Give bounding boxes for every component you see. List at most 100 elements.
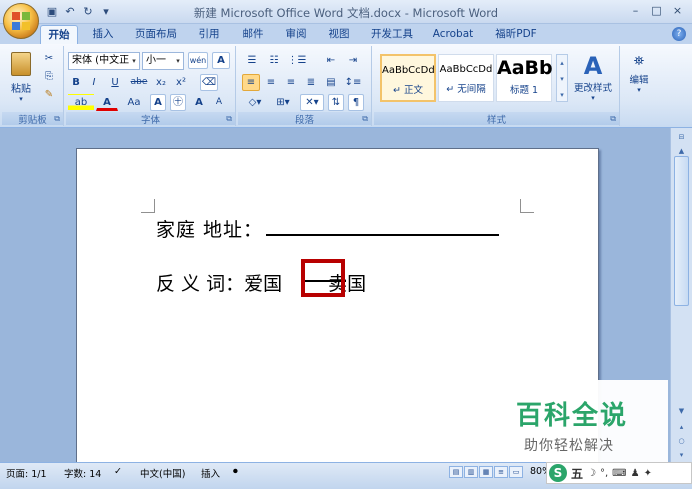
full-screen-reading-icon[interactable]: ▥	[464, 466, 478, 478]
paragraph-launcher-icon[interactable]: ⧉	[362, 114, 368, 124]
line-spacing-icon[interactable]: ↕≡	[342, 74, 364, 91]
style-sample: AaBbCcDd	[382, 65, 435, 76]
ribbon: 粘贴 ▾ ✂ ⎘ ✎ 剪贴板 ⧉ 宋体 (中文正 ▾ 小一 ▾ wén A B …	[0, 44, 692, 128]
character-shading-icon[interactable]: A	[150, 94, 166, 111]
ruler-toggle-icon[interactable]: ⊟	[674, 130, 689, 144]
tab-mailings[interactable]: 邮件	[236, 25, 270, 44]
watermark-subtitle: 助你轻松解决	[524, 438, 614, 454]
proofing-icon[interactable]: ✓	[114, 466, 122, 477]
cut-icon[interactable]: ✂	[40, 50, 58, 67]
tab-view[interactable]: 视图	[322, 25, 356, 44]
tab-references[interactable]: 引用	[192, 25, 226, 44]
tab-home[interactable]: 开始	[40, 25, 78, 44]
macro-record-icon[interactable]: ⏺	[233, 466, 238, 477]
style-no-spacing[interactable]: AaBbCcDd ↵ 无间隔	[438, 54, 494, 102]
bullets-icon[interactable]: ☰	[242, 52, 262, 69]
editing-button[interactable]: ⛯ 编辑 ▾	[624, 52, 654, 108]
copy-icon[interactable]: ⎘	[40, 68, 58, 85]
change-styles-button[interactable]: A 更改样式 ▾	[570, 52, 616, 108]
tab-acrobat[interactable]: Acrobat	[428, 25, 478, 44]
word-count[interactable]: 字数: 14	[64, 466, 101, 480]
underline-button[interactable]: U	[104, 74, 126, 91]
tab-review[interactable]: 审阅	[279, 25, 313, 44]
borders-icon[interactable]: ⊞▾	[270, 94, 296, 111]
show-marks-icon[interactable]: ¶	[348, 94, 364, 111]
vertical-scrollbar[interactable]: ⊟ ▲ ▼ ▴ ○ ▾	[670, 128, 692, 462]
font-size-value: 小一	[146, 55, 166, 66]
style-normal[interactable]: AaBbCcDd ↵ 正文	[380, 54, 436, 102]
enclose-characters-icon[interactable]: ㊉	[170, 94, 186, 111]
outline-icon[interactable]: ≡	[494, 466, 508, 478]
distributed-icon[interactable]: ▤	[322, 74, 340, 91]
superscript-button[interactable]: x²	[172, 74, 190, 91]
change-case-button[interactable]: Aa	[122, 94, 146, 111]
align-left-icon[interactable]: ≡	[242, 74, 260, 91]
tab-insert[interactable]: 插入	[86, 25, 120, 44]
language-status[interactable]: 中文(中国)	[140, 466, 185, 480]
style-gallery-scroll[interactable]: ▴ ▾ ▾	[556, 54, 568, 102]
tab-developer[interactable]: 开发工具	[366, 25, 418, 44]
web-layout-icon[interactable]: ▦	[479, 466, 493, 478]
office-button[interactable]	[3, 3, 39, 39]
previous-page-icon[interactable]: ▴	[674, 420, 689, 434]
font-size-combo[interactable]: 小一 ▾	[142, 52, 184, 70]
styles-launcher-icon[interactable]: ⧉	[610, 114, 616, 124]
scroll-thumb[interactable]	[674, 156, 689, 306]
insert-mode[interactable]: 插入	[201, 466, 220, 480]
grow-font-button[interactable]: A	[190, 94, 208, 111]
paste-button[interactable]: 粘贴 ▾	[8, 50, 34, 106]
keyboard-icon[interactable]: ⌨	[612, 468, 626, 479]
print-layout-icon[interactable]: ▤	[449, 466, 463, 478]
align-center-icon[interactable]: ≡	[262, 74, 280, 91]
shrink-font-button[interactable]: A	[210, 94, 228, 111]
tab-page-layout[interactable]: 页面布局	[130, 25, 182, 44]
clear-formatting-icon[interactable]: ⌫	[200, 74, 218, 91]
chinese-layout-icon[interactable]: ✕▾	[300, 94, 324, 111]
font-color-button[interactable]: A	[96, 94, 118, 111]
align-right-icon[interactable]: ≡	[282, 74, 300, 91]
phonetic-guide-icon[interactable]: wén	[188, 52, 208, 69]
strikethrough-button[interactable]: abe	[128, 74, 150, 91]
help-icon[interactable]: ?	[672, 27, 686, 41]
moon-icon[interactable]: ☽	[587, 468, 596, 479]
antonym-word-1: 爱国	[244, 273, 283, 295]
font-name-value: 宋体 (中文正	[72, 55, 130, 66]
highlight-color-icon[interactable]: ab	[68, 94, 94, 111]
multilevel-list-icon[interactable]: ⋮☰	[286, 52, 308, 69]
format-painter-icon[interactable]: ✎	[40, 86, 58, 103]
minimize-button[interactable]: –	[625, 2, 646, 20]
shading-icon[interactable]: ◇▾	[242, 94, 268, 111]
style-name: 标题 1	[509, 85, 539, 96]
numbering-icon[interactable]: ☷	[264, 52, 284, 69]
maximize-button[interactable]: □	[646, 2, 667, 20]
draft-icon[interactable]: ▭	[509, 466, 523, 478]
change-styles-icon: A	[583, 52, 603, 80]
increase-indent-icon[interactable]: ⇥	[344, 52, 362, 69]
chevron-down-icon: ▾	[176, 57, 180, 65]
ime-mode[interactable]: 五	[571, 465, 583, 482]
punctuation-icon[interactable]: °,	[600, 468, 608, 479]
clipboard-launcher-icon[interactable]: ⧉	[54, 114, 60, 124]
editing-label: 编辑	[629, 75, 649, 86]
browse-object-icon[interactable]: ○	[674, 434, 689, 448]
justify-icon[interactable]: ≣	[302, 74, 320, 91]
subscript-button[interactable]: x₂	[152, 74, 170, 91]
font-name-combo[interactable]: 宋体 (中文正 ▾	[68, 52, 140, 70]
style-name: ↵ 正文	[393, 85, 423, 96]
page-count[interactable]: 页面: 1/1	[6, 466, 47, 480]
scroll-down-icon[interactable]: ▼	[674, 404, 689, 418]
sort-icon[interactable]: ⇅	[328, 94, 344, 111]
character-border-icon[interactable]: A	[212, 52, 230, 69]
bold-button[interactable]: B	[68, 74, 84, 91]
ime-toolbar: S 五 ☽ °, ⌨ ♟ ✦	[546, 462, 692, 484]
close-button[interactable]: ×	[667, 2, 688, 20]
user-icon[interactable]: ♟	[631, 468, 640, 479]
decrease-indent-icon[interactable]: ⇤	[322, 52, 340, 69]
next-page-icon[interactable]: ▾	[674, 448, 689, 462]
italic-button[interactable]: I	[86, 74, 102, 91]
sogou-logo-icon[interactable]: S	[549, 464, 567, 482]
style-heading-1[interactable]: AaBb 标题 1	[496, 54, 553, 102]
tab-foxit-pdf[interactable]: 福昕PDF	[488, 25, 544, 44]
font-launcher-icon[interactable]: ⧉	[226, 114, 232, 124]
settings-icon[interactable]: ✦	[644, 468, 652, 479]
